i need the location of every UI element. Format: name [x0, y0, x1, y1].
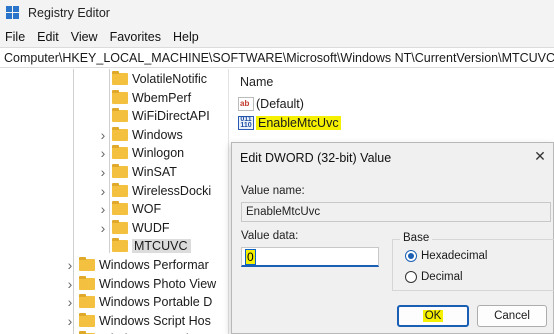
- radio-label: Decimal: [421, 271, 463, 283]
- radio-hexadecimal[interactable]: Hexadecimal: [405, 250, 487, 262]
- menu-edit[interactable]: Edit: [31, 30, 65, 44]
- tree-item[interactable]: › WOF: [98, 200, 161, 218]
- chevron-right-icon[interactable]: ›: [98, 164, 108, 180]
- cancel-button[interactable]: Cancel: [477, 305, 547, 327]
- chevron-right-icon[interactable]: ›: [98, 145, 108, 161]
- folder-icon: [112, 126, 128, 141]
- radio-label: Hexadecimal: [421, 250, 488, 262]
- key-tree-pane[interactable]: VolatileNotific WbemPerf WiFiDirectAPI › Win…: [0, 69, 229, 334]
- chevron-right-icon[interactable]: ›: [65, 313, 75, 329]
- tree-item-label: Windows Photo View: [99, 276, 217, 291]
- tree-item[interactable]: › WUDF: [98, 219, 170, 237]
- window-title: Registry Editor: [28, 6, 110, 20]
- tree-item[interactable]: › Windows: [98, 126, 183, 144]
- folder-icon: [112, 201, 128, 216]
- tree-item[interactable]: WbemPerf: [98, 89, 191, 107]
- dialog-title: Edit DWORD (32-bit) Value: [240, 151, 392, 165]
- folder-icon: [112, 164, 128, 178]
- value-name: EnableMtcUvc: [256, 116, 341, 130]
- tree-item[interactable]: › WirelessDocki: [98, 182, 211, 200]
- value-name-field: EnableMtcUvc: [241, 202, 551, 222]
- tree-item-label: WiFiDirectAPI: [132, 109, 210, 124]
- dword-value-icon: 011 110: [238, 116, 254, 130]
- tree-item[interactable]: VolatileNotific: [98, 70, 207, 88]
- chevron-right-icon[interactable]: ›: [65, 294, 75, 310]
- tree-item[interactable]: › Windows Script Hos: [65, 312, 211, 330]
- value-name-label: Value name:: [241, 185, 305, 197]
- folder-icon: [112, 219, 128, 234]
- tree-item-label: Windows Portable D: [99, 295, 213, 310]
- folder-icon: [79, 275, 95, 290]
- radio-checked-icon[interactable]: [405, 250, 417, 262]
- tree-item-label: Windows Performar: [99, 258, 209, 272]
- ok-button[interactable]: OK: [397, 305, 469, 327]
- radio-decimal[interactable]: Decimal: [405, 271, 463, 283]
- folder-icon: [112, 145, 128, 160]
- radio-unchecked-icon[interactable]: [405, 271, 417, 283]
- title-bar: Registry Editor: [0, 0, 554, 26]
- close-icon[interactable]: ✕: [531, 147, 549, 165]
- registry-editor-icon: [6, 6, 20, 20]
- tree-item[interactable]: › WinSAT: [98, 163, 177, 181]
- folder-icon: [79, 294, 95, 309]
- tree-item-label: Windows: [132, 127, 183, 142]
- menu-help[interactable]: Help: [167, 30, 205, 44]
- value-name: (Default): [256, 97, 304, 111]
- menu-favorites[interactable]: Favorites: [104, 30, 167, 44]
- folder-icon: [79, 312, 95, 327]
- tree-item[interactable]: › Windows Portable D: [65, 293, 212, 311]
- tree-item[interactable]: WiFiDirectAPI: [98, 107, 210, 125]
- folder-icon: [112, 89, 128, 104]
- tree-item[interactable]: ›Windows Search: [65, 330, 193, 334]
- name-column-header[interactable]: Name: [240, 75, 273, 89]
- tree-item-label: WirelessDocki: [132, 183, 212, 198]
- chevron-right-icon[interactable]: ›: [98, 127, 108, 143]
- menu-bar: File Edit View Favorites Help: [0, 26, 554, 47]
- value-row-enablemtcuvc[interactable]: 011 110 EnableMtcUvc: [238, 114, 341, 132]
- folder-icon: [112, 108, 128, 123]
- chevron-right-icon[interactable]: ›: [65, 276, 75, 292]
- value-data-input[interactable]: 0: [241, 247, 379, 267]
- value-data-text: 0: [245, 249, 256, 265]
- ok-label: OK: [422, 310, 444, 322]
- string-value-icon: ab: [238, 97, 254, 111]
- folder-icon: [112, 238, 128, 253]
- cancel-label: Cancel: [494, 310, 530, 322]
- menu-view[interactable]: View: [65, 30, 104, 44]
- tree-item[interactable]: › Windows Performar: [65, 256, 209, 274]
- chevron-right-icon[interactable]: ›: [98, 183, 108, 199]
- chevron-right-icon[interactable]: ›: [98, 220, 108, 236]
- tree-item[interactable]: › Windows Photo View: [65, 275, 216, 293]
- tree-item[interactable]: MTCUVC: [98, 237, 192, 255]
- folder-icon: [112, 182, 128, 197]
- tree-item-label: VolatileNotific: [132, 72, 208, 86]
- tree-item-label: Windows Script Hos: [99, 313, 211, 328]
- value-row-default[interactable]: ab (Default): [238, 95, 304, 113]
- address-bar[interactable]: Computer\HKEY_LOCAL_MACHINE\SOFTWARE\Mic…: [0, 47, 554, 68]
- tree-item-label: Winlogon: [132, 146, 185, 161]
- tree-item-label: WUDF: [132, 220, 170, 235]
- folder-icon: [112, 71, 128, 85]
- menu-file[interactable]: File: [0, 30, 31, 44]
- tree-item[interactable]: › Winlogon: [98, 144, 184, 162]
- chevron-right-icon[interactable]: ›: [98, 201, 108, 217]
- base-group: [392, 239, 554, 291]
- folder-icon: [79, 257, 95, 271]
- value-data-label: Value data:: [241, 230, 299, 242]
- tree-item-label: WinSAT: [132, 165, 177, 179]
- edit-dword-dialog: Edit DWORD (32-bit) Value ✕ Value name: …: [231, 142, 554, 334]
- base-label: Base: [400, 232, 433, 244]
- tree-item-label: WbemPerf: [132, 90, 192, 105]
- tree-item-label: WOF: [132, 202, 162, 217]
- chevron-right-icon[interactable]: ›: [65, 257, 75, 273]
- tree-item-label: MTCUVC: [132, 239, 192, 254]
